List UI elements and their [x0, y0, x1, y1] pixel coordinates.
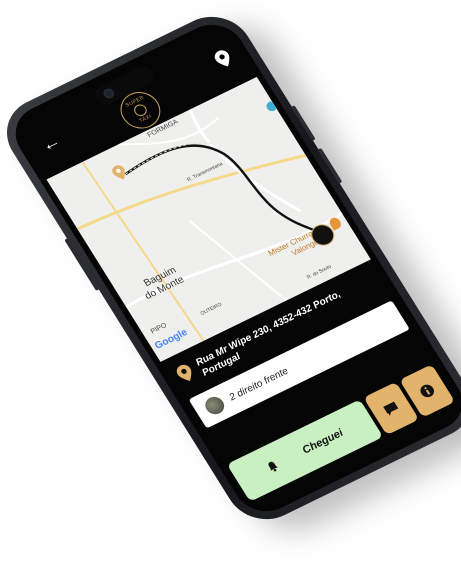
arrow-left-icon[interactable]: ← — [37, 130, 64, 155]
destination-pin-icon — [176, 364, 192, 381]
arrived-label: Cheguei — [300, 427, 346, 457]
note-text: 2 direito frente — [227, 365, 291, 403]
map-pin-icon[interactable] — [212, 48, 234, 69]
arrived-button[interactable]: Cheguei — [226, 399, 384, 502]
avatar — [201, 393, 228, 418]
phone-mockup: ← SUPER TAXI FORMIGA R. Transmontana Bag… — [0, 4, 461, 532]
info-icon — [420, 384, 435, 398]
chat-icon — [383, 401, 399, 416]
camera-icon — [101, 86, 116, 100]
bell-icon — [268, 461, 279, 472]
